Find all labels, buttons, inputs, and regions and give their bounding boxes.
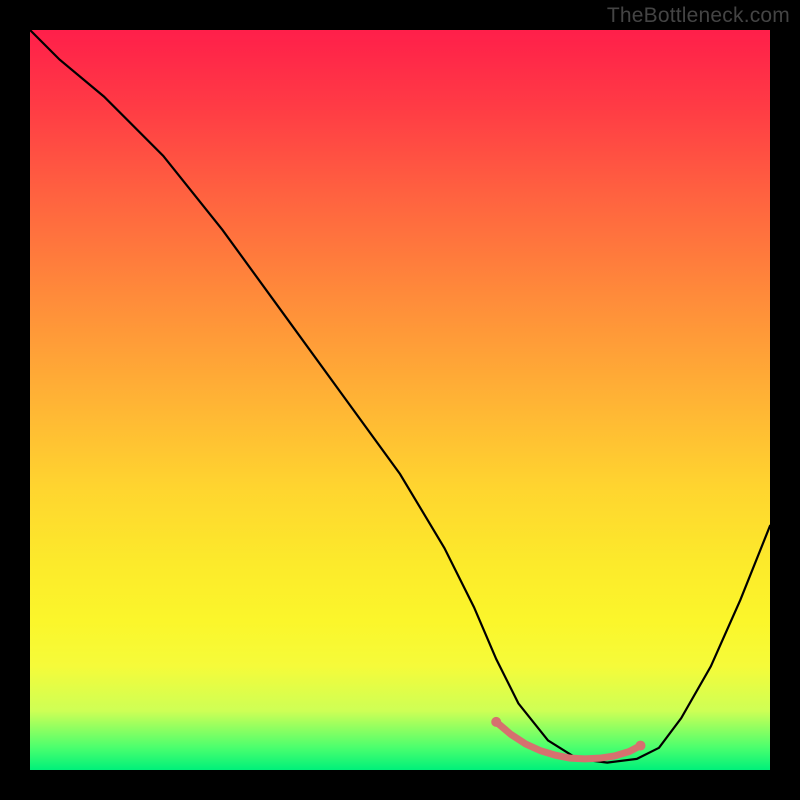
plot-area [30, 30, 770, 770]
optimal-range-dot [582, 756, 588, 762]
watermark-text: TheBottleneck.com [607, 4, 790, 28]
optimal-range-dot [523, 741, 529, 747]
optimal-range-endpoint [491, 717, 501, 727]
optimal-range-dot [612, 753, 618, 759]
curve-layer [30, 30, 770, 770]
optimal-range-endpoint [636, 741, 646, 751]
bottleneck-curve [30, 30, 770, 763]
optimal-range-dot [552, 752, 558, 758]
chart-container: TheBottleneck.com [0, 0, 800, 800]
